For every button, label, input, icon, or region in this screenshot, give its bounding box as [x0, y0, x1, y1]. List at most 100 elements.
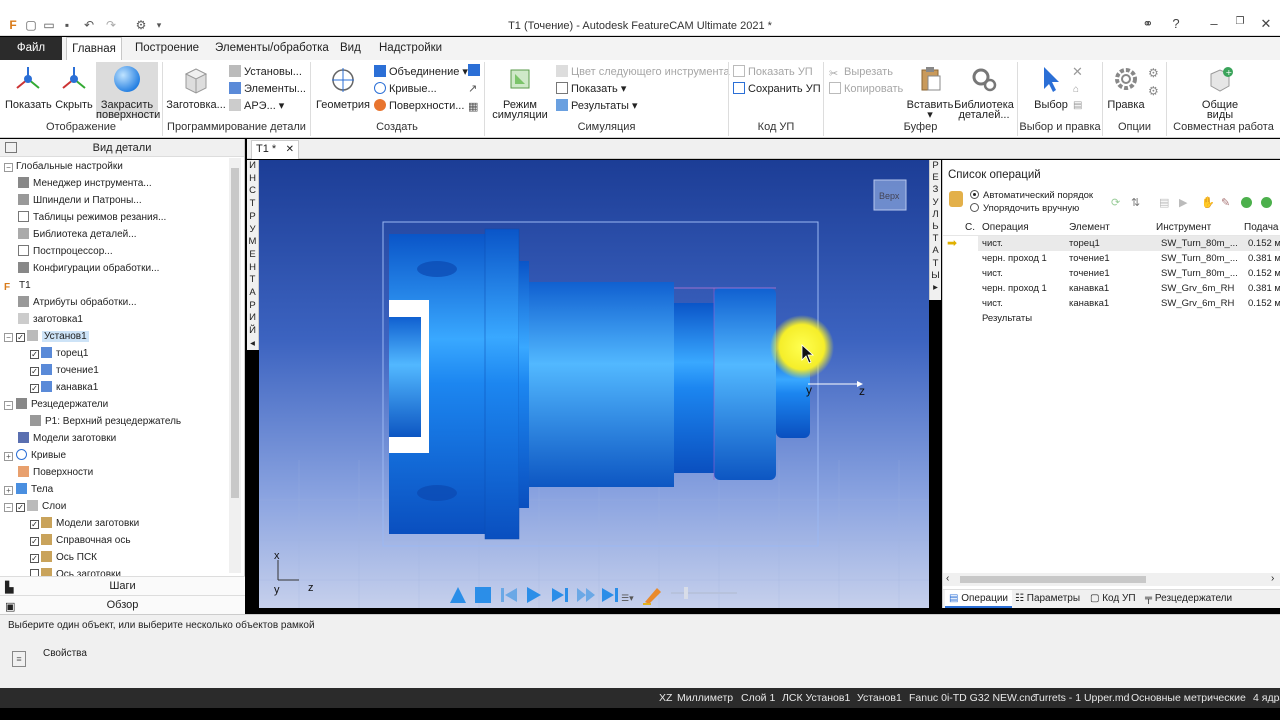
status-turrets[interactable]: Turrets - 1 Upper.md — [1033, 688, 1129, 708]
eject-icon[interactable] — [450, 587, 466, 603]
strip-toggle-icon[interactable]: ◂ — [247, 338, 258, 351]
close-tab-icon[interactable]: ✕ — [286, 141, 294, 158]
options-gear2-icon[interactable]: ⚙ — [1148, 84, 1159, 98]
auto-order-radio[interactable]: Автоматический порядок — [970, 190, 1093, 201]
layer-checkbox[interactable]: ✓ — [30, 537, 39, 546]
groove1-checkbox[interactable]: ✓ — [30, 384, 39, 393]
copy-button[interactable]: Копировать — [829, 81, 903, 97]
are-button[interactable]: АРЭ... ▾ — [229, 98, 284, 114]
refresh-icon[interactable]: ⟳ — [1111, 196, 1120, 209]
collapse-icon[interactable]: − — [4, 333, 13, 342]
layers-checkbox[interactable]: ✓ — [16, 503, 25, 512]
show-nc-button[interactable]: Показать УП — [733, 64, 813, 80]
table-cell[interactable]: 0.381 мм — [1248, 281, 1280, 296]
tree-stock1[interactable]: заготовка1 — [18, 312, 83, 328]
status-setup[interactable]: Установ1 — [857, 688, 902, 708]
table-cell[interactable]: торец1 — [1069, 236, 1100, 251]
tab-home[interactable]: Главная — [66, 37, 122, 60]
sim-options-icon[interactable]: ☰▾ — [621, 594, 634, 604]
tree-setup1[interactable]: − ✓ Установ1 — [4, 329, 89, 345]
geometry-button[interactable]: Геометрия — [314, 64, 372, 111]
step-forward-icon[interactable] — [552, 588, 568, 602]
tree-surfaces[interactable]: Поверхности — [18, 465, 93, 481]
sort-icon[interactable]: ⇅ — [1131, 196, 1140, 209]
tree-face1[interactable]: ✓ торец1 — [30, 346, 88, 362]
lock-order-icon[interactable] — [949, 191, 963, 207]
edit-button[interactable]: Правка — [1106, 64, 1146, 111]
tree-tool-manager[interactable]: Менеджер инструмента... — [18, 176, 152, 192]
tree-global-settings[interactable]: − Глобальные настройки — [4, 159, 123, 175]
table-cell[interactable]: SW_Turn_80m_... — [1161, 236, 1241, 251]
results-button[interactable]: Результаты ▾ — [556, 98, 638, 114]
tree-spindles[interactable]: Шпиндели и Патроны... — [18, 193, 142, 209]
table-cell[interactable]: 0.381 мм — [1248, 251, 1280, 266]
close-button[interactable]: ✕ — [1256, 16, 1276, 34]
tab-features-machining[interactable]: Элементы/обработка — [211, 37, 333, 60]
shade-surfaces-button[interactable]: Закрасить поверхности — [96, 62, 160, 121]
turn1-checkbox[interactable]: ✓ — [30, 367, 39, 376]
setups-button[interactable]: Установы... — [229, 64, 302, 80]
table-cell[interactable]: SW_Turn_80m_... — [1161, 266, 1241, 281]
overview-nav[interactable]: ▣ Обзор — [0, 595, 245, 614]
status-standards[interactable]: Основные метрические — [1131, 688, 1246, 708]
tab-construction[interactable]: Построение — [131, 37, 203, 60]
status-ucs[interactable]: ЛСК Установ1 — [782, 688, 850, 708]
table-cell[interactable]: чист. — [982, 266, 1003, 281]
move-up-icon[interactable] — [1241, 197, 1252, 208]
part-library-button[interactable]: Библиотека деталей... — [954, 64, 1014, 121]
move-icon[interactable]: ▶ — [1179, 196, 1187, 209]
fast-forward-icon[interactable] — [577, 588, 595, 602]
tree-scrollbar[interactable] — [229, 158, 241, 573]
strip-toggle-icon[interactable]: ▸ — [930, 282, 941, 294]
tab-view[interactable]: Вид — [336, 37, 365, 60]
stock-button[interactable]: Заготовка... — [166, 64, 226, 111]
manual-order-radio-button[interactable] — [970, 203, 979, 212]
status-plane[interactable]: XZ — [659, 688, 672, 708]
tree-cutting-tables[interactable]: Таблицы режимов резания... — [18, 210, 166, 226]
cut-button[interactable]: ✂ Вырезать — [829, 64, 893, 80]
table-cell[interactable]: SW_Grv_6m_RH — [1161, 296, 1241, 311]
status-units[interactable]: Миллиметр — [677, 688, 733, 708]
operations-hscrollbar[interactable]: ‹ › — [943, 573, 1280, 586]
tree-turn1[interactable]: ✓ точение1 — [30, 363, 99, 379]
features-button[interactable]: Элементы... — [229, 81, 306, 97]
table-cell[interactable]: чист. — [982, 236, 1003, 251]
layer-checkbox[interactable]: ✓ — [30, 520, 39, 529]
delete-icon[interactable]: ✕ — [1072, 64, 1083, 80]
options-gear-icon[interactable]: ⚙ — [1148, 66, 1159, 80]
hscroll-thumb[interactable] — [960, 576, 1146, 583]
tree-machining-attrs[interactable]: Атрибуты обработки... — [18, 295, 137, 311]
solid-icon[interactable] — [468, 64, 480, 76]
col-header-s[interactable]: С. — [965, 220, 975, 236]
hide-button[interactable]: Скрыть — [53, 64, 95, 111]
scrollbar-thumb[interactable] — [231, 168, 239, 498]
tab-operations[interactable]: ▤ Операции — [945, 590, 1013, 608]
face1-checkbox[interactable]: ✓ — [30, 350, 39, 359]
tree-curves[interactable]: + Кривые — [4, 448, 66, 464]
paste-button[interactable]: Вставить ▾ — [904, 64, 956, 121]
sim-mode-button[interactable]: Режим симуляции — [488, 64, 552, 121]
table-cell[interactable]: SW_Grv_6m_RH — [1161, 281, 1241, 296]
tab-parameters[interactable]: ☷ Параметры — [1015, 590, 1080, 608]
tree-groove1[interactable]: ✓ канавка1 — [30, 380, 98, 396]
tools-strip[interactable]: И Н С Т Р У М Е Н Т А Р И Й ◂ — [247, 160, 259, 350]
col-header-feed[interactable]: Подача — [1244, 220, 1278, 236]
panel-menu-icon[interactable] — [5, 142, 17, 153]
tree-part-library[interactable]: Библиотека деталей... — [18, 227, 137, 243]
properties-icon[interactable]: ≡ — [12, 651, 26, 667]
save-nc-button[interactable]: Сохранить УП — [733, 81, 821, 97]
select-button[interactable]: Выбор — [1030, 64, 1072, 111]
table-cell[interactable]: SW_Turn_80m_... — [1161, 251, 1241, 266]
show-button[interactable]: Показать — [5, 64, 52, 111]
properties-small-icon[interactable]: ▤ — [1073, 100, 1082, 111]
move-down-icon[interactable] — [1261, 197, 1272, 208]
tab-nc-code[interactable]: ▢ Код УП — [1090, 590, 1136, 608]
tree-machining-configs[interactable]: Конфигурации обработки... — [18, 261, 159, 277]
unions-button[interactable]: Объединение ▾ — [374, 64, 468, 80]
hand-icon[interactable]: ✋ — [1201, 196, 1215, 209]
skip-end-icon[interactable] — [602, 588, 618, 602]
tree-layer-ucs-axis[interactable]: ✓ Ось ПСК — [30, 550, 97, 566]
skip-back-icon[interactable] — [501, 588, 517, 602]
expand-icon[interactable]: + — [4, 452, 13, 461]
eraser-icon[interactable]: ✎ — [1221, 196, 1230, 209]
